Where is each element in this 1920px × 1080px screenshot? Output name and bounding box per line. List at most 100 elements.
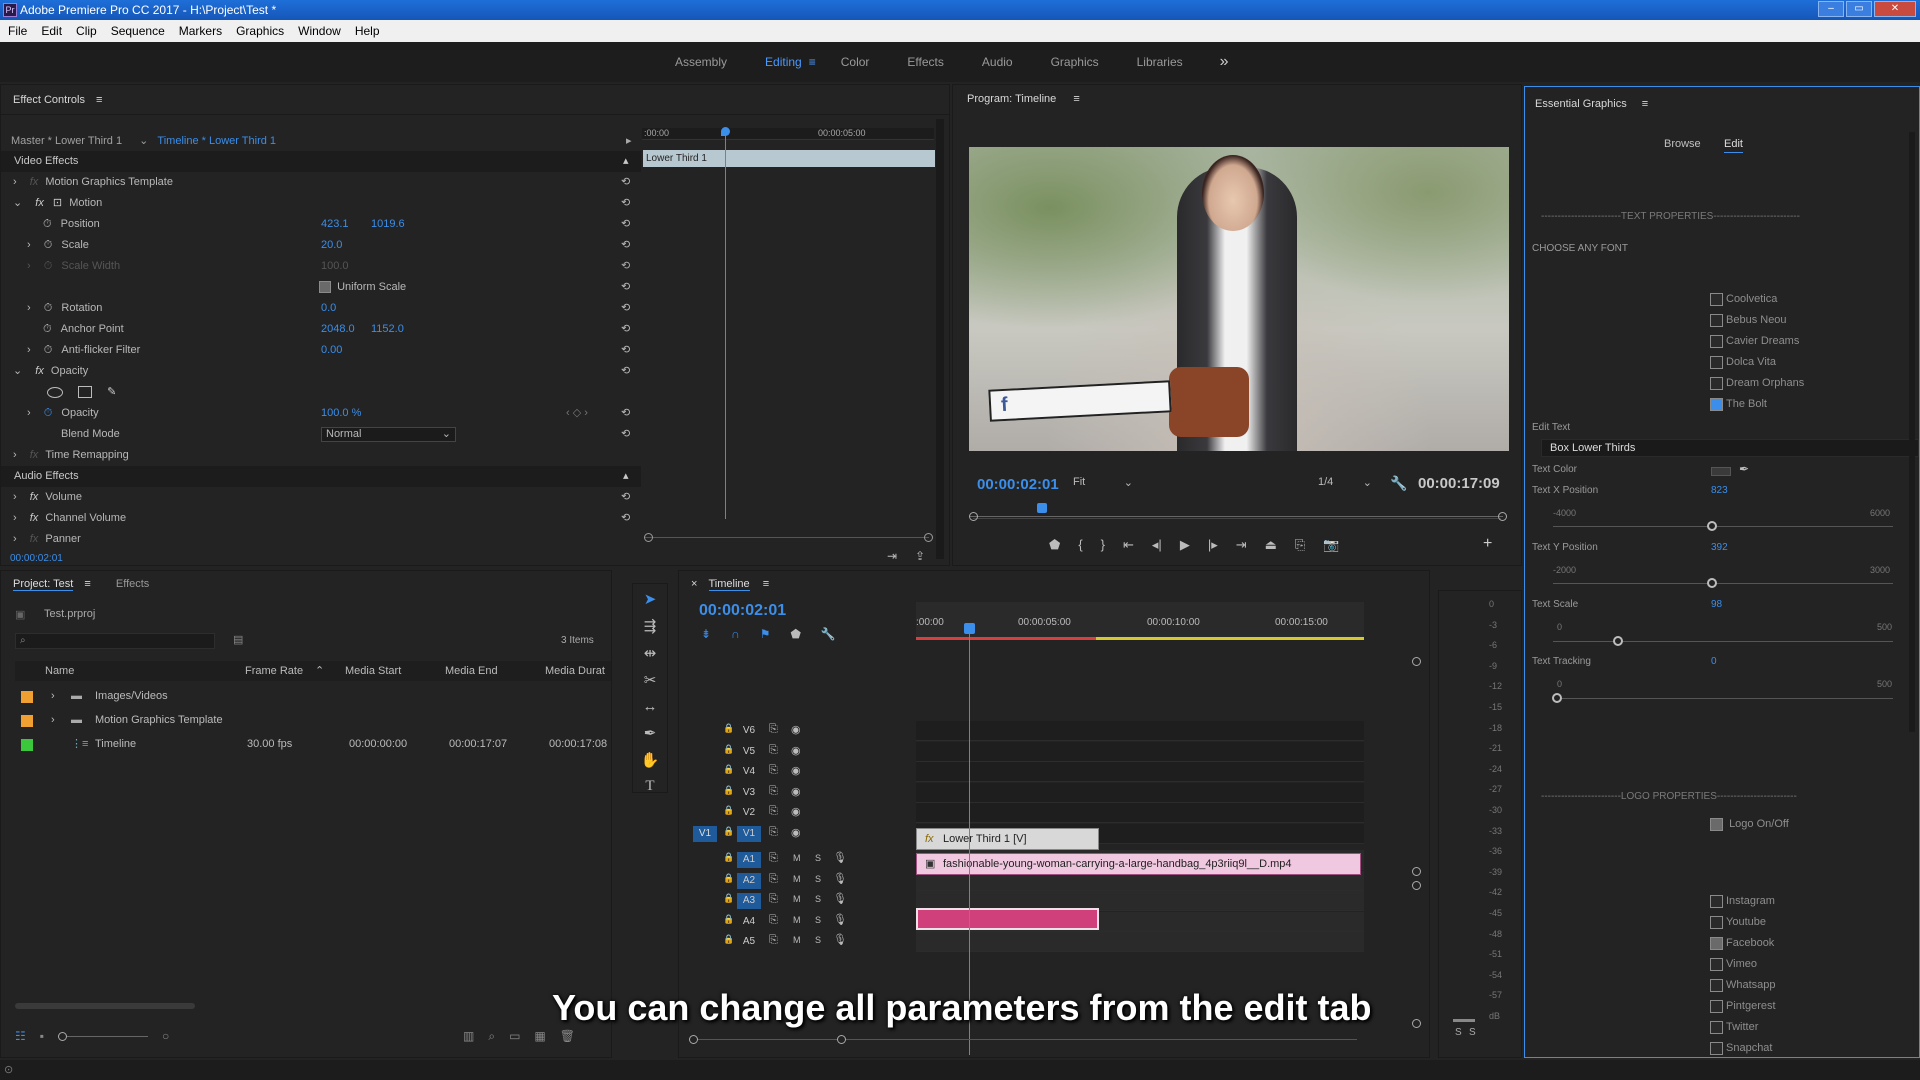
project-row[interactable]: › ▬ Motion Graphics Template <box>15 709 611 731</box>
reset-icon[interactable]: ⟲ <box>621 235 630 256</box>
col-media-start[interactable]: Media Start <box>345 661 401 681</box>
microphone-icon[interactable]: 🎙 <box>833 872 847 885</box>
expand-icon[interactable]: › <box>13 533 17 545</box>
stopwatch-icon[interactable]: ⏱ <box>44 407 53 419</box>
video-track-lane[interactable] <box>916 803 1364 823</box>
video-track-lane[interactable] <box>916 782 1364 803</box>
project-search-input[interactable]: ⌕ <box>15 633 215 649</box>
step-back-icon[interactable]: ◂| <box>1152 537 1162 553</box>
mini-scroll-handle-left[interactable] <box>644 533 653 542</box>
track-name[interactable]: V1 <box>737 825 761 842</box>
new-bin-icon[interactable]: ▭ <box>509 1029 520 1044</box>
track-name[interactable]: A1 <box>737 852 761 868</box>
play-icon[interactable]: ▶ <box>1180 537 1190 553</box>
mute-button[interactable]: M <box>793 915 801 925</box>
transform-icon[interactable]: ⊡ <box>53 197 62 209</box>
logo-checkbox[interactable] <box>1710 937 1723 950</box>
step-forward-icon[interactable]: |▸ <box>1208 537 1218 553</box>
flicker-value[interactable]: 0.00 <box>321 340 342 361</box>
maximize-icon[interactable]: ▭ <box>1846 1 1872 17</box>
sync-lock-icon[interactable]: ⎘ <box>769 873 778 886</box>
panel-menu-icon[interactable]: ≡ <box>1073 93 1079 105</box>
video-track-lane[interactable] <box>916 721 1364 741</box>
play-triangle-icon[interactable]: ▸ <box>626 131 632 152</box>
logo-option[interactable]: Youtube <box>1710 916 1766 929</box>
eye-icon[interactable]: ◉ <box>791 826 801 839</box>
lock-icon[interactable]: 🔒 <box>723 934 734 945</box>
reset-icon[interactable]: ⟲ <box>621 277 630 298</box>
zoom-handle-left[interactable] <box>969 512 978 521</box>
lock-icon[interactable]: 🔒 <box>723 852 734 863</box>
mini-playhead-handle[interactable] <box>721 127 730 136</box>
hscroll-right-knob[interactable] <box>837 1035 846 1044</box>
clip-audio[interactable] <box>916 908 1099 930</box>
col-media-duration[interactable]: Media Durat <box>545 661 605 681</box>
meter-solo-right[interactable]: S <box>1469 1027 1476 1038</box>
lock-icon[interactable]: 🔒 <box>723 785 734 796</box>
effect-row-opacity-group[interactable]: ⌄ fx Opacity ⟲ <box>1 361 641 382</box>
microphone-icon[interactable]: 🎙 <box>833 933 847 946</box>
expand-icon[interactable]: › <box>27 344 31 356</box>
menu-graphics[interactable]: Graphics <box>236 24 284 38</box>
hscroll-left-knob[interactable] <box>689 1035 698 1044</box>
lock-icon[interactable]: 🔒 <box>723 873 734 884</box>
vscroll-knob-audio[interactable] <box>1412 881 1421 890</box>
expand-icon[interactable]: › <box>27 407 31 419</box>
audio-track-header[interactable]: 🔒 A5 ⎘ M S 🎙 <box>679 932 1379 952</box>
video-track-header[interactable]: 🔒 V3 ⎘ ◉ <box>679 782 1379 803</box>
extract-icon[interactable]: ⎘ <box>1295 537 1305 553</box>
expand-icon[interactable]: ⌄ <box>13 365 22 377</box>
solo-button[interactable]: S <box>815 935 821 945</box>
solo-button[interactable]: S <box>815 915 821 925</box>
logo-checkbox[interactable] <box>1710 979 1723 992</box>
program-title[interactable]: Program: Timeline <box>967 93 1056 105</box>
eye-icon[interactable]: ◉ <box>791 723 801 736</box>
program-timecode[interactable]: 00:00:02:01 <box>977 476 1059 493</box>
panel-menu-icon[interactable]: ≡ <box>84 578 90 590</box>
quality-select[interactable]: 1/4 ⌄ <box>1318 476 1378 492</box>
reset-icon[interactable]: ⟲ <box>621 319 630 340</box>
razor-tool-icon[interactable]: ✂ <box>644 671 657 689</box>
effect-sequence[interactable]: Timeline * Lower Third 1 <box>157 135 276 147</box>
eye-icon[interactable]: ◉ <box>791 785 801 798</box>
effect-row-mgt[interactable]: › fx Motion Graphics Template ⟲ <box>1 172 641 193</box>
menu-clip[interactable]: Clip <box>76 24 97 38</box>
logo-checkbox[interactable] <box>1710 958 1723 971</box>
go-to-in-icon[interactable]: ⇤ <box>1123 537 1134 553</box>
lock-icon[interactable]: 🔒 <box>723 744 734 755</box>
list-view-icon[interactable]: ☷ <box>15 1029 26 1043</box>
track-name[interactable]: A4 <box>737 914 761 930</box>
timeline-playhead-handle[interactable] <box>964 623 975 634</box>
nest-icon[interactable]: ⇟ <box>701 627 711 641</box>
export-frame-icon[interactable]: 📷 <box>1323 537 1339 553</box>
track-name[interactable]: V4 <box>737 764 761 780</box>
workspace-graphics[interactable]: Graphics <box>1032 55 1118 69</box>
expand-icon[interactable]: › <box>13 449 17 461</box>
fx-icon[interactable]: fx <box>35 365 44 377</box>
stopwatch-icon[interactable]: ⏱ <box>43 218 52 230</box>
logo-checkbox[interactable] <box>1710 1021 1723 1034</box>
scale-value[interactable]: 20.0 <box>321 235 342 256</box>
icon-view-icon[interactable]: ▪ <box>40 1029 44 1043</box>
stopwatch-icon[interactable]: ⏱ <box>43 323 52 335</box>
solo-button[interactable]: S <box>815 894 821 904</box>
anchor-x-value[interactable]: 2048.0 <box>321 319 355 340</box>
track-name[interactable]: A3 <box>737 893 761 909</box>
source-patch[interactable]: V1 <box>693 825 717 842</box>
solo-button[interactable]: S <box>815 853 821 863</box>
eye-icon[interactable]: ◉ <box>791 764 801 777</box>
mini-ruler[interactable]: :00:00 00:00:05:00 <box>642 128 934 140</box>
expand-icon[interactable]: › <box>51 685 55 707</box>
reset-icon[interactable]: ⟲ <box>621 214 630 235</box>
program-video-frame[interactable]: f <box>969 147 1509 451</box>
workspace-audio[interactable]: Audio <box>963 55 1032 69</box>
panel-menu-icon[interactable]: ≡ <box>96 94 102 106</box>
menu-sequence[interactable]: Sequence <box>111 24 165 38</box>
menu-window[interactable]: Window <box>298 24 341 38</box>
keyframe-nav-icon[interactable]: ‹ ◇ › <box>566 403 588 424</box>
stopwatch-icon[interactable]: ⏱ <box>44 344 53 356</box>
logo-checkbox[interactable] <box>1710 1000 1723 1013</box>
fx-icon[interactable]: fx <box>30 491 39 503</box>
effect-row-panner[interactable]: › fx Panner <box>1 529 641 550</box>
program-playhead[interactable] <box>1037 503 1047 513</box>
